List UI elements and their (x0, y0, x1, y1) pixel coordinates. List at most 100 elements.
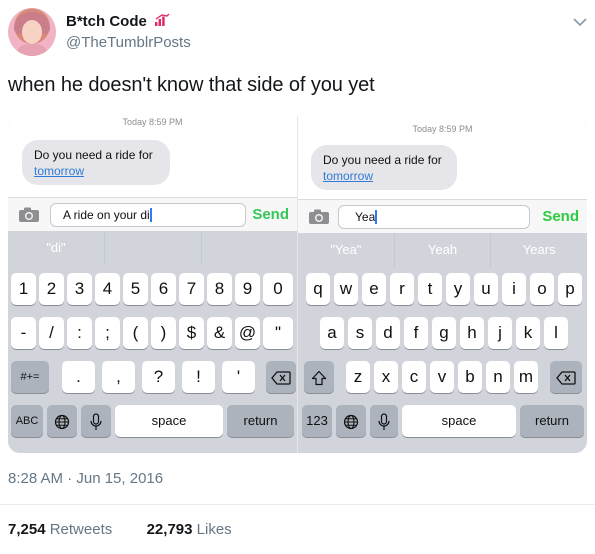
likes-stat[interactable]: 22,793 Likes (147, 521, 232, 538)
keyboard-row-bottom: ABC space return (8, 405, 297, 437)
key[interactable]: h (460, 317, 484, 349)
key[interactable]: ? (142, 361, 175, 393)
key[interactable]: b (458, 361, 482, 393)
keyboard-row-asdf: a s d f g h j k l (298, 317, 587, 349)
key[interactable]: e (362, 273, 386, 305)
predictive-bar: "di" (8, 231, 297, 265)
backspace-icon[interactable] (266, 361, 296, 393)
key[interactable]: m (514, 361, 538, 393)
key[interactable]: $ (179, 317, 204, 349)
send-button[interactable]: Send (252, 206, 289, 223)
key[interactable]: o (530, 273, 554, 305)
key[interactable]: d (376, 317, 400, 349)
microphone-icon[interactable] (370, 405, 398, 437)
key[interactable]: 1 (11, 273, 36, 305)
key[interactable]: 0 (263, 273, 293, 305)
key[interactable]: j (488, 317, 512, 349)
space-key[interactable]: space (115, 405, 223, 437)
key[interactable]: z (346, 361, 370, 393)
key[interactable]: 9 (235, 273, 260, 305)
key[interactable]: , (102, 361, 135, 393)
key[interactable]: r (390, 273, 414, 305)
suggestion-3[interactable] (202, 231, 298, 265)
send-button[interactable]: Send (542, 208, 579, 225)
key[interactable]: k (516, 317, 540, 349)
left-screenshot: Today 8:59 PM Do you need a ride for tom… (8, 116, 297, 453)
space-key[interactable]: space (402, 405, 516, 437)
display-name[interactable]: B*tch Code (66, 13, 170, 30)
key[interactable]: u (474, 273, 498, 305)
message-timestamp: Today 8:59 PM (122, 117, 183, 127)
key[interactable]: - (11, 317, 36, 349)
abc-key[interactable]: ABC (11, 405, 43, 437)
key[interactable]: n (486, 361, 510, 393)
suggestion-1[interactable]: "Yea" (298, 233, 395, 267)
text-caret (375, 210, 378, 224)
key[interactable]: / (39, 317, 64, 349)
text-caret (149, 208, 152, 222)
key[interactable]: x (374, 361, 398, 393)
key[interactable]: v (430, 361, 454, 393)
key[interactable]: ; (95, 317, 120, 349)
suggestion-3[interactable]: Years (491, 233, 587, 267)
key[interactable]: i (502, 273, 526, 305)
retweets-stat[interactable]: 7,254 Retweets (8, 521, 112, 538)
return-key[interactable]: return (227, 405, 294, 437)
key[interactable]: 8 (207, 273, 232, 305)
camera-icon[interactable] (18, 207, 40, 223)
key[interactable]: y (446, 273, 470, 305)
keyboard-row-numbers: 1 2 3 4 5 6 7 8 9 0 (8, 273, 297, 305)
key[interactable]: q (306, 273, 330, 305)
message-input[interactable]: Yea (338, 205, 530, 229)
suggestion-2[interactable] (105, 231, 202, 265)
key[interactable]: g (432, 317, 456, 349)
key[interactable]: 7 (179, 273, 204, 305)
key[interactable]: 3 (67, 273, 92, 305)
camera-icon[interactable] (308, 209, 330, 225)
globe-icon[interactable] (47, 405, 77, 437)
key[interactable]: & (207, 317, 232, 349)
suggestion-2[interactable]: Yeah (395, 233, 492, 267)
key[interactable]: ! (182, 361, 215, 393)
tweet-media[interactable]: Today 8:59 PM Do you need a ride for tom… (8, 116, 587, 453)
suggestion-1[interactable]: "di" (8, 231, 105, 265)
key[interactable]: " (263, 317, 293, 349)
key[interactable]: t (418, 273, 442, 305)
key[interactable]: ( (123, 317, 148, 349)
key[interactable]: @ (235, 317, 260, 349)
key[interactable]: 6 (151, 273, 176, 305)
key[interactable]: : (67, 317, 92, 349)
shift-icon[interactable] (304, 361, 334, 393)
key[interactable]: a (320, 317, 344, 349)
key[interactable]: 4 (95, 273, 120, 305)
message-composer: Yea Send (298, 199, 587, 233)
message-input[interactable]: A ride on your di (50, 203, 246, 227)
key[interactable]: w (334, 273, 358, 305)
key[interactable]: 2 (39, 273, 64, 305)
symbols-mode-key[interactable]: #+= (11, 361, 49, 393)
key[interactable]: f (404, 317, 428, 349)
message-bubble: Do you need a ride for tomorrow (311, 145, 457, 190)
keyboard-row-zxcv: z x c v b n m (298, 361, 587, 393)
avatar[interactable] (8, 8, 56, 56)
keyboard: q w e r t y u i o p a s d f g h j k l z … (298, 267, 587, 453)
chevron-down-icon[interactable] (572, 14, 588, 30)
key[interactable]: p (558, 273, 582, 305)
microphone-icon[interactable] (81, 405, 111, 437)
keyboard: 1 2 3 4 5 6 7 8 9 0 - / : ; ( ) $ & @ " … (8, 265, 297, 453)
key[interactable]: c (402, 361, 426, 393)
numbers-key[interactable]: 123 (302, 405, 332, 437)
user-handle[interactable]: @TheTumblrPosts (66, 34, 191, 51)
return-key[interactable]: return (520, 405, 584, 437)
key[interactable]: ' (222, 361, 255, 393)
message-link[interactable]: tomorrow (34, 164, 84, 178)
key[interactable]: 5 (123, 273, 148, 305)
key[interactable]: l (544, 317, 568, 349)
key[interactable]: . (62, 361, 95, 393)
globe-icon[interactable] (336, 405, 366, 437)
key[interactable]: ) (151, 317, 176, 349)
key[interactable]: s (348, 317, 372, 349)
backspace-icon[interactable] (550, 361, 582, 393)
tweet-timestamp[interactable]: 8:28 AM · Jun 15, 2016 (8, 470, 163, 487)
message-link[interactable]: tomorrow (323, 169, 373, 183)
